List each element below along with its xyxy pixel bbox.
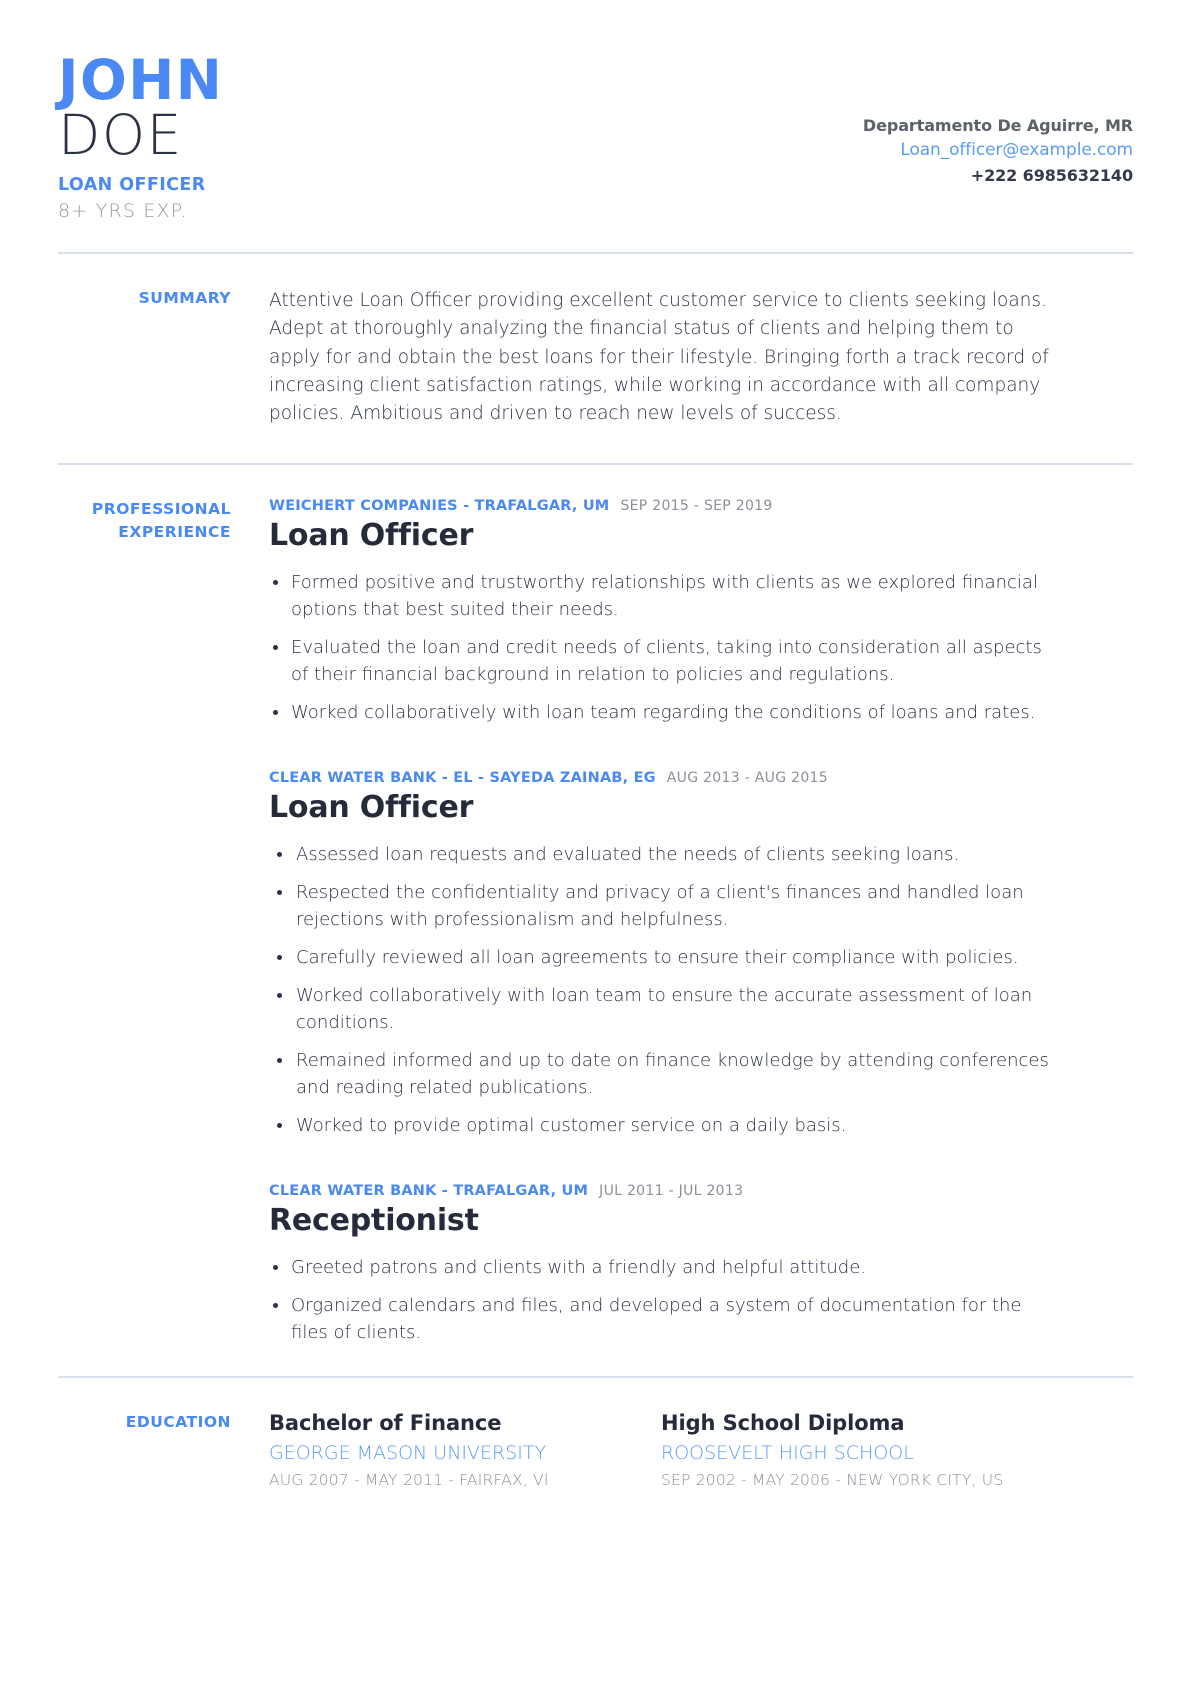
name-block: JOHN DOE LOAN OFFICER 8+ YRS EXP. — [58, 52, 223, 221]
education-dates: SEP 2002 - MAY 2006 - NEW YORK CITY, US — [661, 1471, 1004, 1490]
job-title: Receptionist — [269, 1203, 479, 1239]
education-section: EDUCATION Bachelor of Finance GEORGE MAS… — [0, 1378, 1191, 1529]
experience-job: CLEAR WATER BANK - TRAFALGAR, UM JUL 201… — [269, 1183, 1133, 1346]
experience-label-line2: EXPERIENCE — [118, 522, 231, 541]
contact-phone: +222 6985632140 — [970, 165, 1133, 185]
job-bullet: Worked to provide optimal customer servi… — [269, 1112, 1059, 1139]
job-bullet: Carefully reviewed all loan agreements t… — [269, 944, 1059, 971]
first-name: JOHN — [58, 48, 224, 112]
years-experience: 8+ YRS EXP. — [58, 199, 188, 222]
education-body: Bachelor of Finance GEORGE MASON UNIVERS… — [269, 1411, 1133, 1489]
job-meta: CLEAR WATER BANK - TRAFALGAR, UM JUL 201… — [269, 1183, 1133, 1199]
job-bullets: Greeted patrons and clients with a frien… — [269, 1254, 1133, 1346]
experience-section: PROFESSIONAL EXPERIENCE WEICHERT COMPANI… — [0, 465, 1191, 1376]
contact-email[interactable]: Loan_officer@example.com — [863, 138, 1133, 164]
summary-label: SUMMARY — [138, 288, 231, 307]
experience-job: WEICHERT COMPANIES - TRAFALGAR, UM SEP 2… — [269, 498, 1133, 726]
job-meta: CLEAR WATER BANK - EL - SAYEDA ZAINAB, E… — [269, 770, 1133, 786]
header-job-title: LOAN OFFICER — [58, 175, 206, 196]
experience-job: CLEAR WATER BANK - EL - SAYEDA ZAINAB, E… — [269, 770, 1133, 1139]
education-degree: Bachelor of Finance — [269, 1411, 502, 1436]
job-dates: AUG 2013 - AUG 2015 — [666, 770, 828, 787]
experience-label: PROFESSIONAL EXPERIENCE — [58, 498, 269, 1346]
education-dates: AUG 2007 - MAY 2011 - FAIRFAX, VI — [269, 1471, 549, 1490]
job-bullet: Worked collaboratively with loan team to… — [269, 982, 1059, 1036]
last-name: DOE — [58, 103, 183, 168]
contact-address: Departamento De Aguirre, MR — [862, 116, 1133, 135]
job-company: CLEAR WATER BANK - TRAFALGAR, UM — [269, 1183, 589, 1200]
education-school: GEORGE MASON UNIVERSITY — [269, 1442, 547, 1465]
job-dates: SEP 2015 - SEP 2019 — [620, 498, 773, 515]
job-bullet: Organized calendars and files, and devel… — [269, 1292, 1059, 1346]
job-company: WEICHERT COMPANIES - TRAFALGAR, UM — [269, 498, 610, 515]
resume-page: JOHN DOE LOAN OFFICER 8+ YRS EXP. Depart… — [0, 0, 1191, 1684]
job-meta: WEICHERT COMPANIES - TRAFALGAR, UM SEP 2… — [269, 498, 1133, 514]
job-dates: JUL 2011 - JUL 2013 — [599, 1183, 744, 1200]
education-entry: High School Diploma ROOSEVELT HIGH SCHOO… — [661, 1411, 1053, 1489]
contact-block: Departamento De Aguirre, MR Loan_officer… — [863, 52, 1133, 188]
job-bullets: Formed positive and trustworthy relation… — [269, 569, 1133, 726]
job-bullet: Worked collaboratively with loan team re… — [269, 699, 1059, 726]
job-bullet: Evaluated the loan and credit needs of c… — [269, 634, 1059, 688]
education-degree: High School Diploma — [661, 1411, 905, 1436]
job-title: Loan Officer — [269, 518, 474, 554]
job-company: CLEAR WATER BANK - EL - SAYEDA ZAINAB, E… — [269, 770, 656, 787]
job-bullet: Assessed loan requests and evaluated the… — [269, 841, 1059, 868]
education-entry: Bachelor of Finance GEORGE MASON UNIVERS… — [269, 1411, 661, 1489]
education-grid: Bachelor of Finance GEORGE MASON UNIVERS… — [269, 1411, 1133, 1489]
summary-text: Attentive Loan Officer providing excelle… — [269, 289, 1049, 425]
resume-header: JOHN DOE LOAN OFFICER 8+ YRS EXP. Depart… — [0, 0, 1191, 221]
summary-section: SUMMARY Attentive Loan Officer providing… — [0, 254, 1191, 463]
experience-label-line1: PROFESSIONAL — [91, 500, 231, 519]
education-school: ROOSEVELT HIGH SCHOOL — [661, 1442, 914, 1465]
job-bullet: Respected the confidentiality and privac… — [269, 879, 1059, 933]
job-bullet: Formed positive and trustworthy relation… — [269, 569, 1059, 623]
job-title: Loan Officer — [269, 790, 474, 826]
summary-body: Attentive Loan Officer providing excelle… — [269, 287, 1133, 428]
job-bullet: Remained informed and up to date on fina… — [269, 1047, 1059, 1101]
experience-body: WEICHERT COMPANIES - TRAFALGAR, UM SEP 2… — [269, 498, 1133, 1346]
job-bullets: Assessed loan requests and evaluated the… — [269, 841, 1133, 1139]
education-label: EDUCATION — [125, 1413, 231, 1432]
job-bullet: Greeted patrons and clients with a frien… — [269, 1254, 1059, 1281]
